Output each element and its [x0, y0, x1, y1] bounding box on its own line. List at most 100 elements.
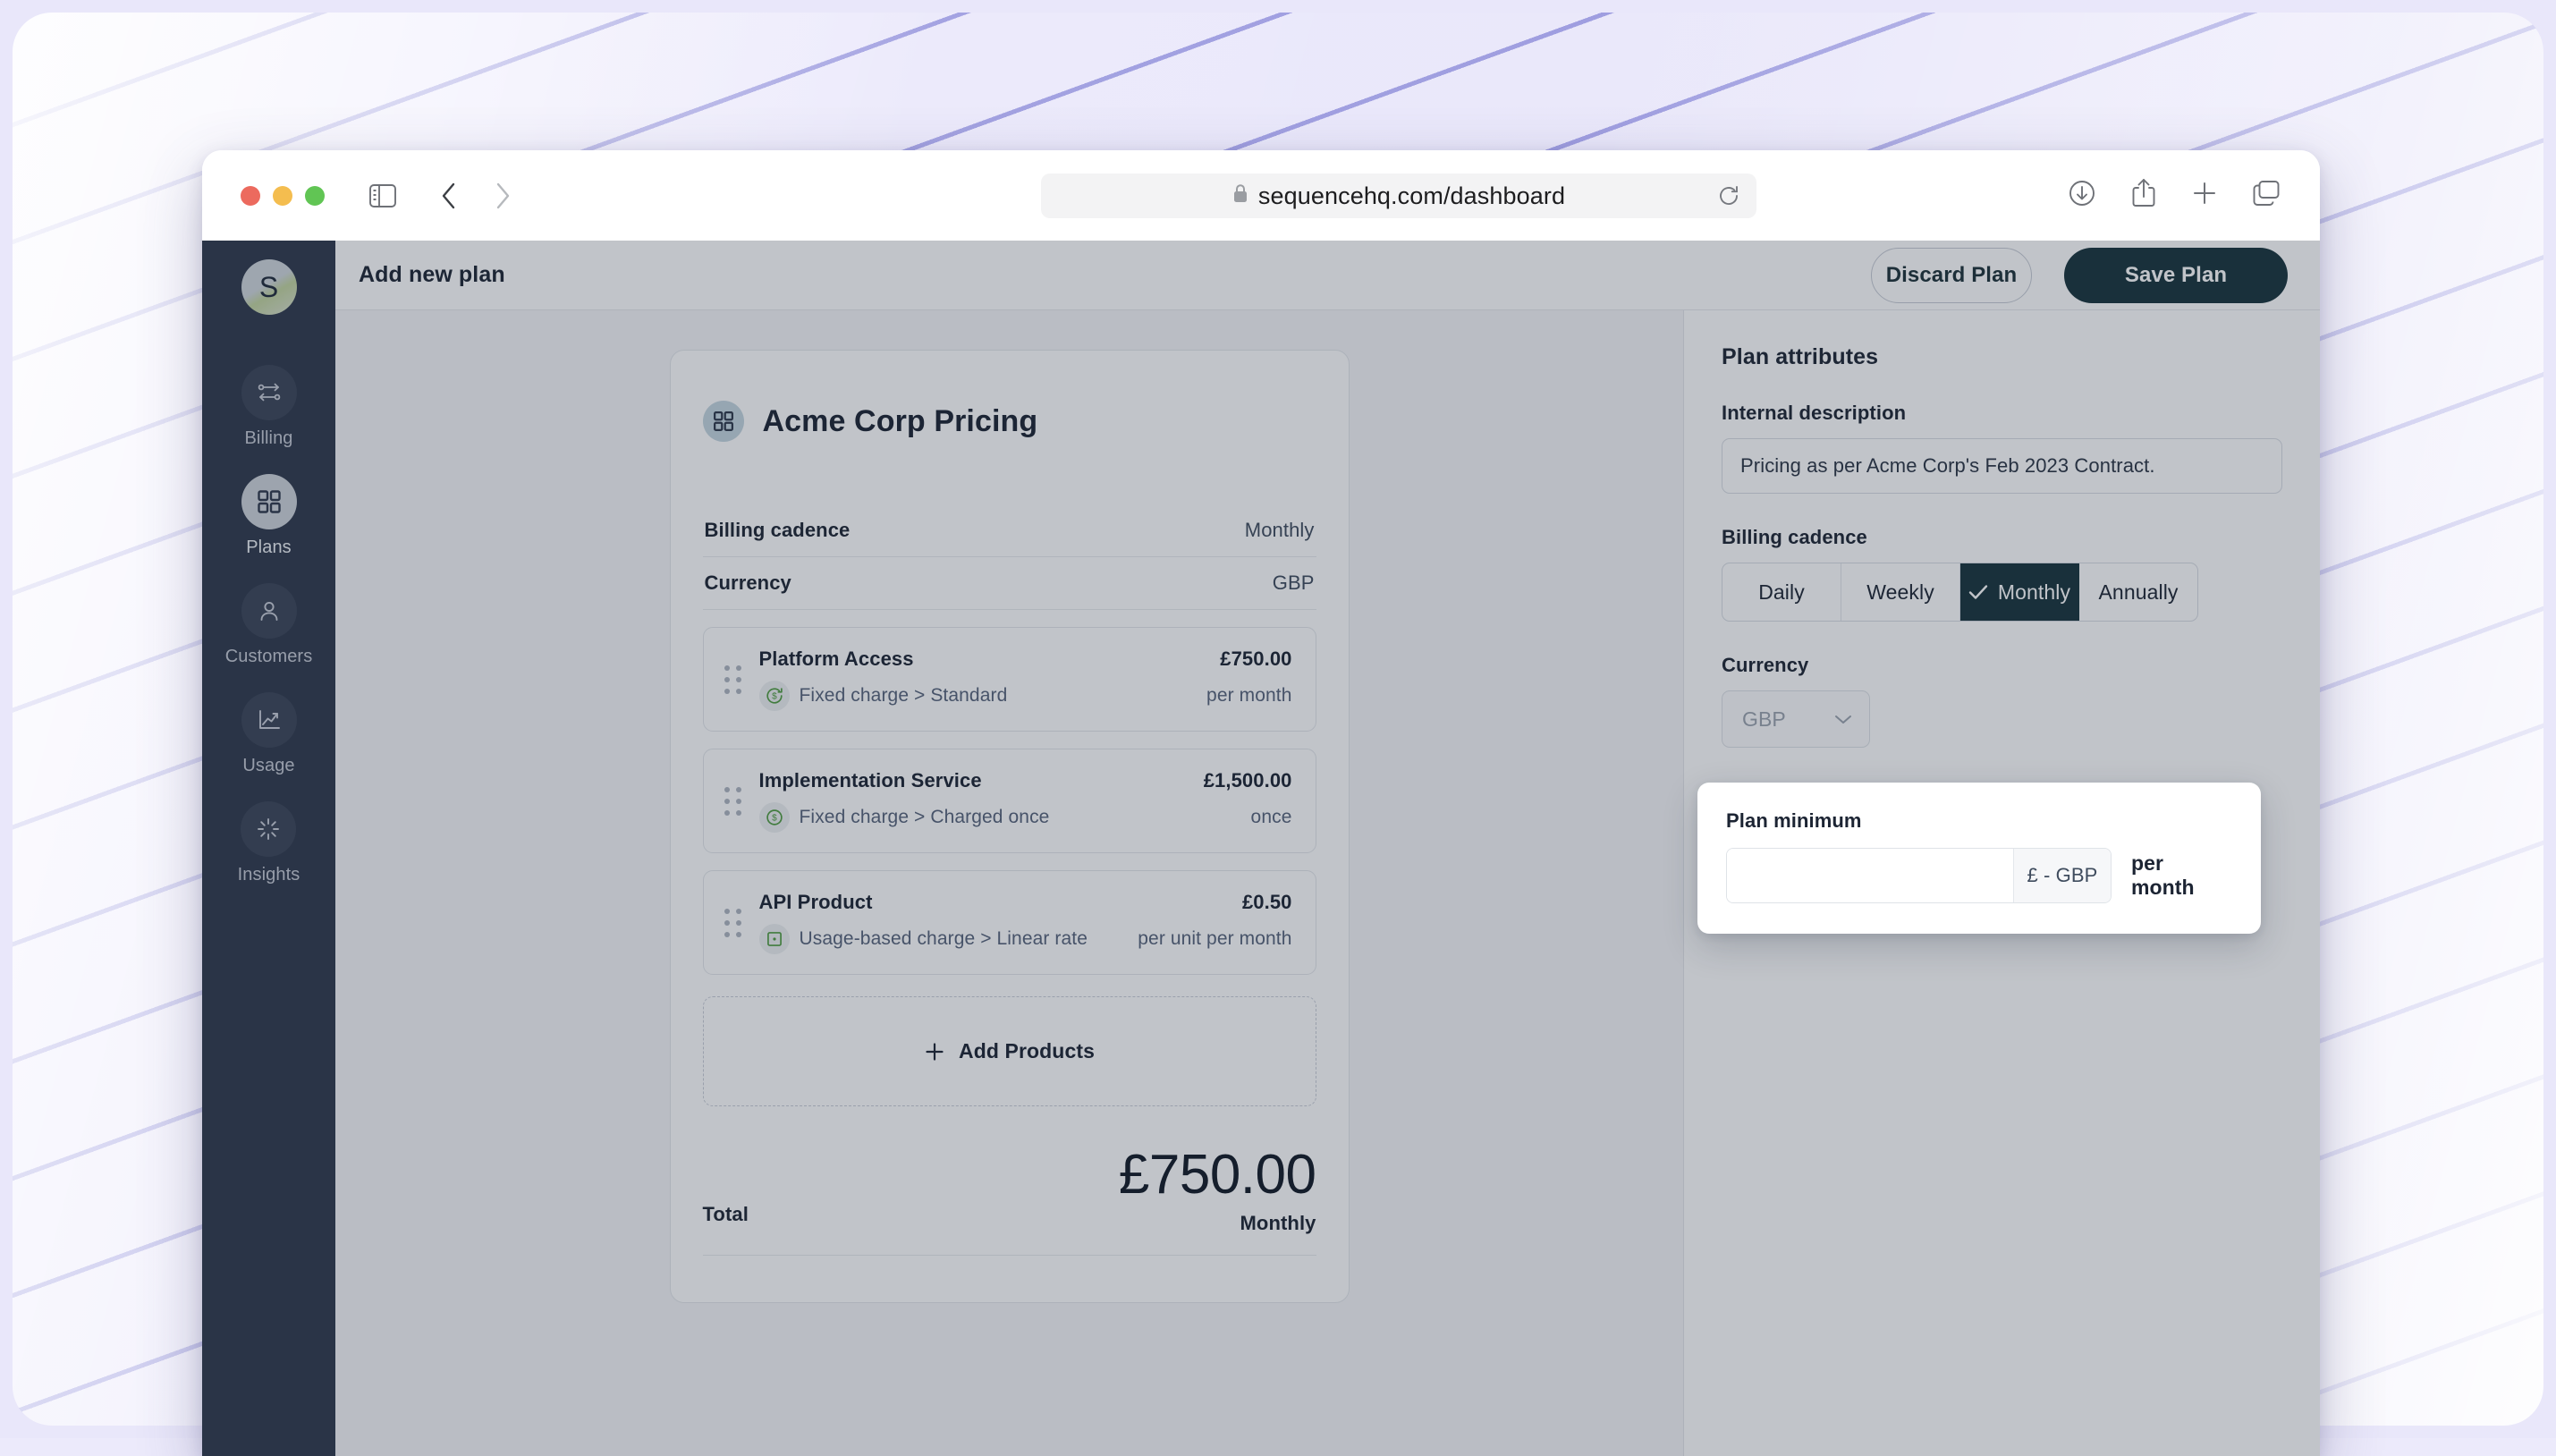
browser-toolbar-right	[2068, 178, 2281, 213]
sidebar-item-plans[interactable]: Plans	[241, 474, 297, 558]
sparkle-burst-icon	[241, 801, 296, 857]
product-top-row: Implementation Service £1,500.00	[759, 769, 1292, 792]
avatar[interactable]: S	[241, 259, 297, 315]
app-header: Add new plan Discard Plan Save Plan	[335, 241, 2320, 310]
plan-minimum-control: £ - GBP	[1726, 848, 2112, 903]
meta-value: Monthly	[1245, 519, 1315, 542]
plan-card: Acme Corp Pricing Billing cadence Monthl…	[670, 350, 1350, 1303]
total-cadence: Monthly	[1119, 1212, 1316, 1235]
new-tab-icon[interactable]	[2191, 180, 2218, 211]
address-bar[interactable]: sequencehq.com/dashboard	[1041, 174, 1756, 218]
cadence-option-weekly[interactable]: Weekly	[1841, 563, 1960, 621]
transfer-arrows-icon	[241, 365, 297, 420]
fixed-charge-icon: $	[759, 802, 790, 833]
currency-value: GBP	[1742, 707, 1786, 732]
product-unit: once	[1251, 807, 1292, 828]
save-plan-button[interactable]: Save Plan	[2064, 248, 2288, 303]
meta-row-currency: Currency GBP	[703, 557, 1316, 610]
browser-toolbar: sequencehq.com/dashboard	[202, 150, 2320, 241]
total-values: £750.00 Monthly	[1119, 1147, 1316, 1235]
plan-minimum-label: Plan minimum	[1726, 809, 2232, 833]
chevron-left-icon[interactable]	[428, 175, 470, 216]
cadence-option-label: Monthly	[1998, 580, 2070, 605]
plan-total: Total £750.00 Monthly	[703, 1147, 1316, 1256]
currency-field: Currency GBP	[1722, 654, 2282, 748]
product-unit: per unit per month	[1138, 928, 1291, 950]
svg-text:$: $	[772, 814, 777, 824]
product-top-row: Platform Access £750.00	[759, 648, 1292, 671]
total-label: Total	[703, 1203, 749, 1235]
lock-icon	[1232, 183, 1248, 208]
sidebar-item-label: Billing	[244, 428, 292, 449]
plan-minimum-input[interactable]	[1727, 849, 2013, 902]
product-line-item[interactable]: Platform Access £750.00 $	[703, 627, 1316, 732]
currency-select[interactable]: GBP	[1722, 690, 1870, 748]
product-charge-type: Usage-based charge > Linear rate	[759, 924, 1088, 954]
share-icon[interactable]	[2130, 178, 2157, 213]
browser-window: sequencehq.com/dashboard	[202, 150, 2320, 1456]
add-products-button[interactable]: Add Products	[703, 996, 1316, 1106]
plan-canvas: Acme Corp Pricing Billing cadence Monthl…	[335, 310, 1683, 1456]
sidebar-item-label: Customers	[225, 647, 313, 667]
add-products-label: Add Products	[959, 1039, 1095, 1063]
meta-key: Billing cadence	[705, 519, 851, 542]
person-icon	[241, 583, 297, 639]
product-line-item[interactable]: API Product £0.50	[703, 870, 1316, 975]
product-name: Platform Access	[759, 648, 914, 671]
tab-overview-icon[interactable]	[2252, 180, 2281, 211]
meta-value: GBP	[1273, 571, 1315, 595]
sidebar-item-billing[interactable]: Billing	[241, 365, 297, 449]
grid-squares-icon	[241, 474, 297, 529]
sidebar-toggle-icon[interactable]	[362, 175, 403, 216]
cadence-option-daily[interactable]: Daily	[1722, 563, 1841, 621]
billing-cadence-segmented-control: Daily Weekly Monthly Annually	[1722, 563, 2198, 622]
cadence-option-annually[interactable]: Annually	[2079, 563, 2197, 621]
minimize-window-button[interactable]	[273, 186, 292, 206]
sidebar-item-usage[interactable]: Usage	[241, 692, 297, 776]
internal-description-input[interactable]	[1722, 438, 2282, 494]
grid-squares-icon	[703, 401, 744, 442]
product-name: Implementation Service	[759, 769, 982, 792]
downloads-icon[interactable]	[2068, 179, 2096, 212]
sidebar-item-customers[interactable]: Customers	[225, 583, 313, 667]
discard-plan-button[interactable]: Discard Plan	[1871, 248, 2032, 303]
product-bottom-row: $ Fixed charge > Charged once once	[759, 802, 1292, 833]
drag-handle-icon[interactable]	[724, 787, 741, 816]
sidebar-item-insights[interactable]: Insights	[238, 801, 300, 885]
plan-card-header: Acme Corp Pricing	[703, 401, 1316, 442]
product-name: API Product	[759, 891, 873, 914]
plan-minimum-row: £ - GBP per month	[1726, 848, 2232, 903]
total-amount: £750.00	[1119, 1147, 1316, 1203]
usage-charge-icon	[759, 924, 790, 954]
product-unit: per month	[1206, 685, 1291, 707]
plan-minimum-period: per month	[2131, 851, 2232, 900]
meta-row-billing-cadence: Billing cadence Monthly	[703, 504, 1316, 557]
check-icon	[1968, 584, 1988, 600]
drag-handle-icon[interactable]	[724, 665, 741, 694]
billing-cadence-field: Billing cadence Daily Weekly Monthl	[1722, 526, 2282, 622]
chevron-right-icon[interactable]	[482, 175, 523, 216]
chevron-down-icon	[1833, 713, 1853, 725]
page-title: Add new plan	[359, 262, 505, 288]
meta-key: Currency	[705, 571, 791, 595]
reload-icon[interactable]	[1717, 184, 1740, 207]
plus-icon	[924, 1041, 945, 1062]
drag-handle-icon[interactable]	[724, 909, 741, 937]
close-window-button[interactable]	[241, 186, 260, 206]
cadence-option-monthly[interactable]: Monthly	[1960, 563, 2079, 621]
fixed-charge-icon: $	[759, 681, 790, 711]
product-line-item[interactable]: Implementation Service £1,500.00 $	[703, 749, 1316, 853]
internal-description-field: Internal description	[1722, 402, 2282, 494]
plan-minimum-popover: Plan minimum £ - GBP per month	[1697, 783, 2261, 934]
internal-description-label: Internal description	[1722, 402, 2282, 425]
panel-title: Plan attributes	[1722, 344, 2282, 370]
product-price: £0.50	[1242, 891, 1292, 914]
maximize-window-button[interactable]	[305, 186, 325, 206]
window-controls	[241, 186, 325, 206]
product-bottom-row: $ Fixed charge > Standard per month	[759, 681, 1292, 711]
charge-type-text: Usage-based charge > Linear rate	[800, 928, 1088, 950]
plan-minimum-currency: £ - GBP	[2013, 849, 2111, 902]
sidebar-nav: S Billing	[202, 241, 335, 1456]
svg-text:$: $	[772, 692, 777, 702]
product-charge-type: $ Fixed charge > Charged once	[759, 802, 1050, 833]
